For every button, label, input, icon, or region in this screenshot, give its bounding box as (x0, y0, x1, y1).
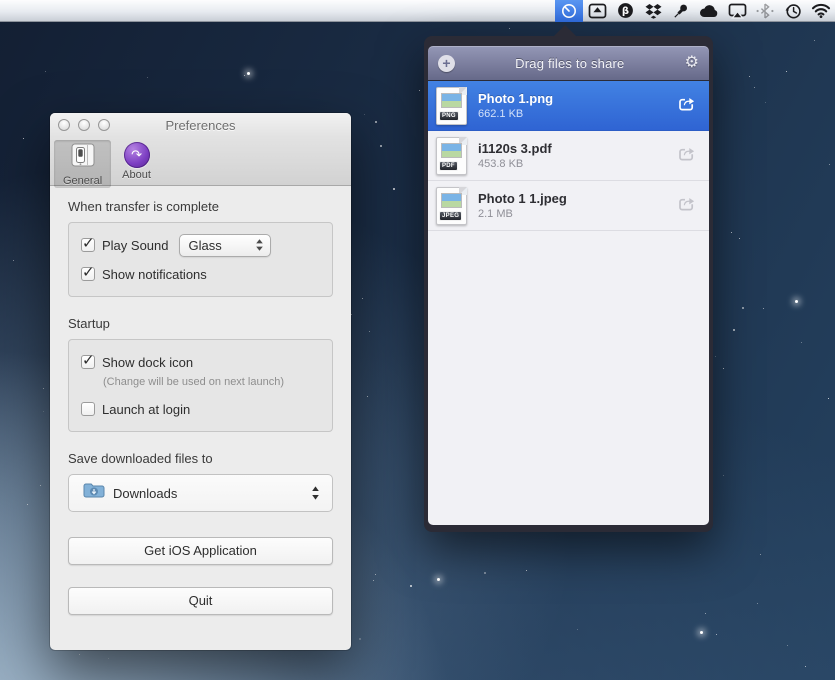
eject-box-icon[interactable] (583, 0, 611, 22)
share-popover: + Drag files to share ⚙ PNG Photo 1.png … (424, 36, 713, 532)
popover-header: + Drag files to share ⚙ (428, 46, 709, 80)
airplay-icon[interactable] (723, 0, 751, 22)
tab-general[interactable]: General (54, 140, 111, 188)
file-name: i1120s 3.pdf (478, 141, 676, 157)
show-dock-icon-checkbox[interactable]: ✓ (81, 355, 95, 369)
save-location-popup[interactable]: Downloads (68, 474, 333, 512)
file-name: Photo 1.png (478, 91, 676, 107)
pin-icon[interactable] (667, 0, 695, 22)
photo-thumbnail (441, 193, 462, 208)
share-icon[interactable] (676, 143, 697, 168)
play-sound-row: ✓ Play Sound Glass (81, 233, 320, 257)
show-notifications-row: ✓ Show notifications (81, 262, 320, 286)
file-type-badge: PDF (439, 161, 458, 171)
startup-group: ✓ Show dock icon (Change will be used on… (68, 339, 333, 432)
launch-at-login-label: Launch at login (102, 402, 190, 417)
file-type-badge: PNG (439, 111, 459, 121)
file-size: 2.1 MB (478, 207, 676, 221)
preferences-content: When transfer is complete ✓ Play Sound G… (50, 186, 351, 615)
svg-text:β: β (621, 6, 628, 17)
file-size: 453.8 KB (478, 157, 676, 171)
photo-thumbnail (441, 93, 462, 108)
popup-stepper-icon (255, 238, 264, 252)
file-name: Photo 1 1.jpeg (478, 191, 676, 207)
transfer-group: ✓ Play Sound Glass ✓ Show notifications (68, 222, 333, 297)
gear-icon[interactable]: ⚙ (685, 55, 699, 71)
file-meta: Photo 1 1.jpeg 2.1 MB (478, 191, 676, 221)
save-heading: Save downloaded files to (68, 451, 333, 466)
file-row[interactable]: JPEG Photo 1 1.jpeg 2.1 MB (428, 181, 709, 231)
wifi-icon[interactable] (807, 0, 835, 22)
titlebar[interactable]: Preferences (50, 113, 351, 137)
beta-badge-icon[interactable]: β (611, 0, 639, 22)
file-row[interactable]: PDF i1120s 3.pdf 453.8 KB (428, 131, 709, 181)
add-file-button[interactable]: + (438, 55, 455, 72)
show-notifications-label: Show notifications (102, 267, 207, 282)
sound-popup[interactable]: Glass (179, 234, 271, 257)
checkmark-icon: ✓ (82, 234, 95, 252)
about-icon: ↷ (124, 142, 150, 168)
file-document-icon: PDF (436, 137, 467, 175)
dock-icon-note: (Change will be used on next launch) (103, 376, 320, 388)
bluetooth-icon[interactable] (751, 0, 779, 22)
play-sound-label: Play Sound (102, 238, 169, 253)
file-document-icon: JPEG (436, 187, 467, 225)
checkmark-icon: ✓ (82, 351, 95, 369)
play-sound-checkbox[interactable]: ✓ (81, 238, 95, 252)
file-type-badge: JPEG (439, 211, 462, 221)
time-machine-icon[interactable] (779, 0, 807, 22)
share-icon[interactable] (676, 193, 697, 218)
tab-about[interactable]: ↷ About (113, 140, 160, 182)
menubar: β (0, 0, 835, 22)
file-meta: Photo 1.png 662.1 KB (478, 91, 676, 121)
file-list[interactable]: PNG Photo 1.png 662.1 KB PDF i1120s 3.pd… (428, 81, 709, 525)
file-size: 662.1 KB (478, 107, 676, 121)
popover-arrow (553, 25, 577, 37)
popover-title: Drag files to share (455, 56, 685, 71)
checkmark-icon: ✓ (82, 263, 95, 281)
preferences-window: Preferences General ↷ About When transfe… (50, 113, 351, 650)
cloud-icon[interactable] (695, 0, 723, 22)
file-meta: i1120s 3.pdf 453.8 KB (478, 141, 676, 171)
transfer-heading: When transfer is complete (68, 199, 333, 214)
file-document-icon: PNG (436, 87, 467, 125)
general-switch-icon (68, 142, 98, 174)
window-title: Preferences (50, 118, 351, 133)
popup-stepper-icon (311, 485, 320, 501)
quit-button[interactable]: Quit (68, 587, 333, 615)
sound-popup-value: Glass (189, 238, 255, 253)
preferences-toolbar: General ↷ About (50, 137, 351, 186)
show-dock-icon-label: Show dock icon (102, 355, 193, 370)
save-location-value: Downloads (113, 486, 311, 501)
show-dock-icon-row: ✓ Show dock icon (81, 350, 320, 374)
dropbox-icon[interactable] (639, 0, 667, 22)
app-timer-icon[interactable] (555, 0, 583, 22)
file-row[interactable]: PNG Photo 1.png 662.1 KB (428, 81, 709, 131)
downloads-folder-icon (83, 482, 105, 504)
tab-about-label: About (122, 169, 151, 181)
launch-at-login-checkbox[interactable]: ✓ (81, 402, 95, 416)
startup-heading: Startup (68, 316, 333, 331)
get-ios-application-button[interactable]: Get iOS Application (68, 537, 333, 565)
launch-at-login-row: ✓ Launch at login (81, 397, 320, 421)
tab-general-label: General (63, 175, 102, 187)
show-notifications-checkbox[interactable]: ✓ (81, 267, 95, 281)
photo-thumbnail (441, 143, 462, 158)
share-icon[interactable] (676, 93, 697, 118)
